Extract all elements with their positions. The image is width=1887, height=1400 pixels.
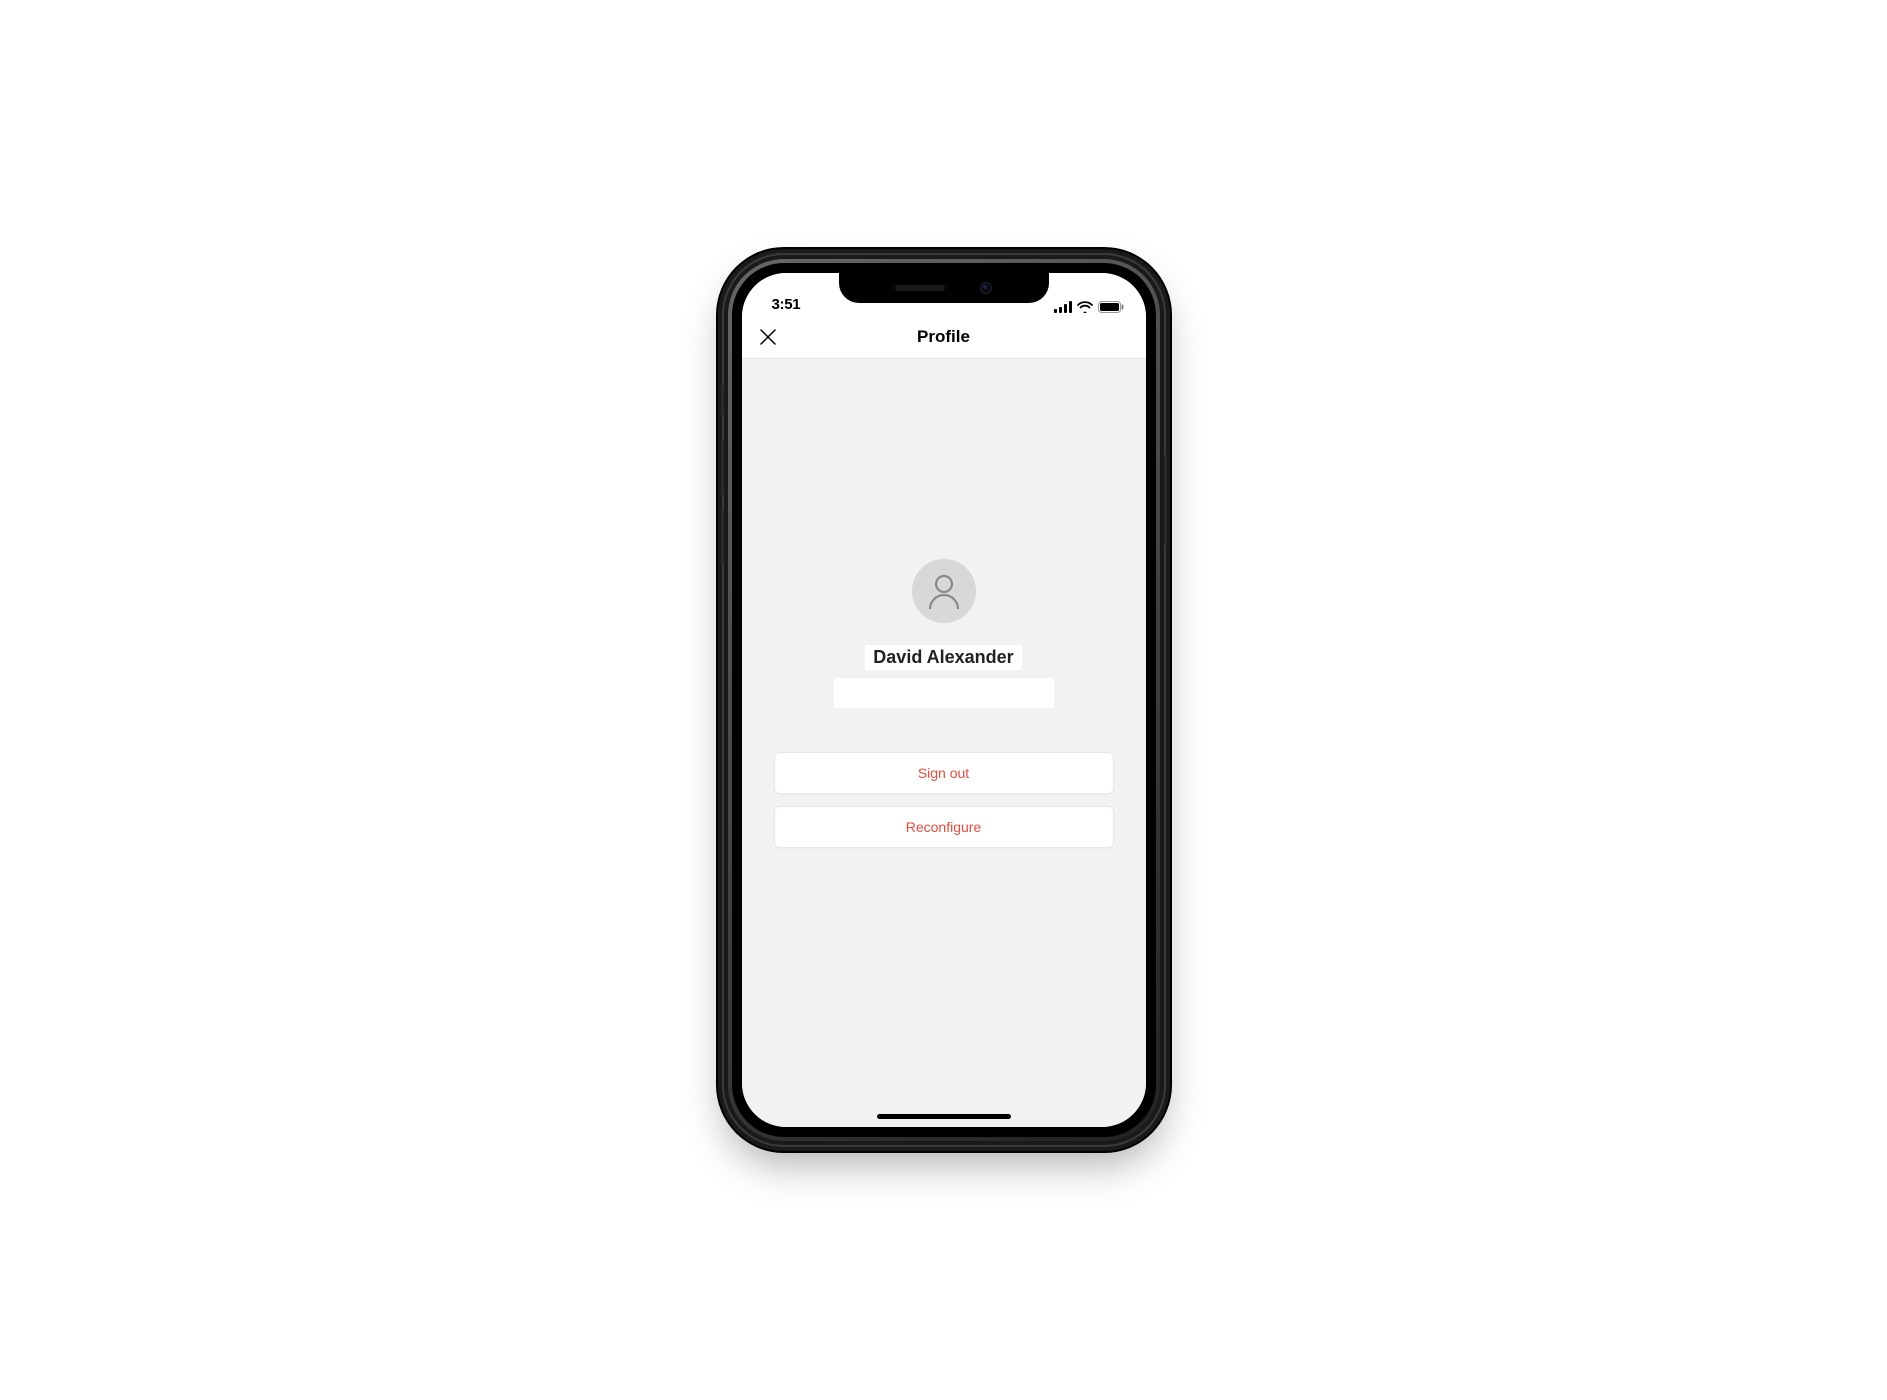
front-camera [980,282,992,294]
cellular-signal-icon [1054,301,1072,313]
user-email [834,678,1054,708]
page-title: Profile [917,327,970,347]
home-indicator[interactable] [877,1114,1011,1119]
status-icons [1054,301,1124,313]
battery-icon [1098,301,1124,313]
avatar[interactable] [912,559,976,623]
speaker-grille [895,285,945,291]
notch [839,273,1049,303]
content-area: David Alexander Sign out Reconfigure [742,359,1146,1127]
status-time: 3:51 [772,296,801,313]
reconfigure-button[interactable]: Reconfigure [774,806,1114,848]
wifi-icon [1077,301,1093,313]
phone-mockup: 3:51 [724,255,1164,1145]
silent-switch [721,385,724,415]
user-block: David Alexander [834,559,1054,708]
close-icon [758,327,778,347]
volume-up-button [721,440,724,495]
action-buttons: Sign out Reconfigure [774,752,1114,848]
person-icon [927,573,961,609]
power-button [1164,455,1167,545]
close-button[interactable] [758,327,778,347]
screen: 3:51 [742,273,1146,1127]
volume-down-button [721,510,724,565]
nav-bar: Profile [742,315,1146,359]
user-name: David Alexander [865,645,1021,670]
sign-out-button[interactable]: Sign out [774,752,1114,794]
